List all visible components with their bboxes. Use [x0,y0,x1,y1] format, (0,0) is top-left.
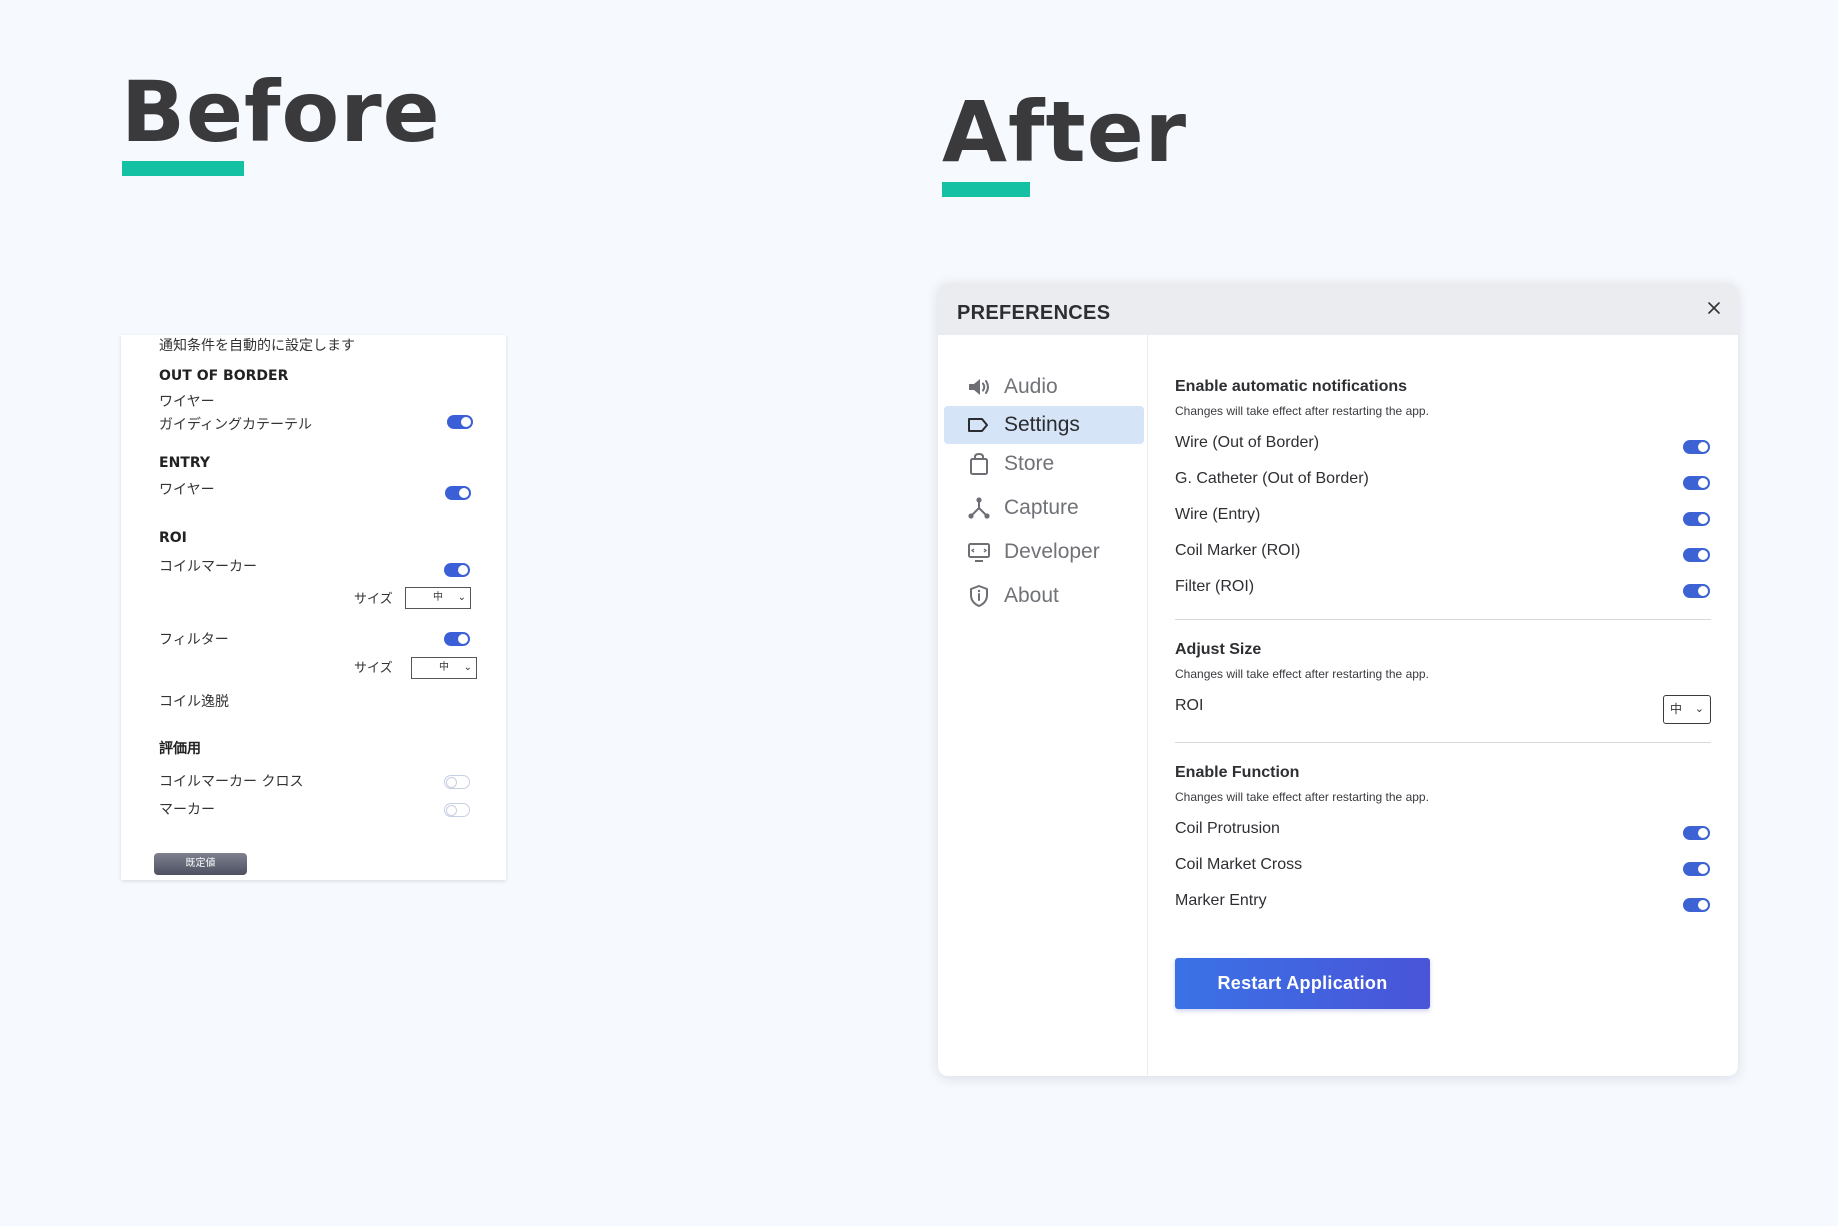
sidebar-item-label: Settings [1004,413,1080,436]
preferences-title: PREFERENCES [957,302,1111,324]
before-evaluation-title: 評価用 [159,741,201,757]
sidebar-item-label: About [1004,584,1059,607]
before-size-select-2[interactable]: 中 ⌄ [411,657,477,679]
before-oob-wire-label: ワイヤー [159,394,215,410]
before-oob-catheter-label: ガイディングカテーテル [159,417,313,433]
functions-subtitle: Changes will take effect after restartin… [1175,790,1429,804]
section-divider [1175,742,1711,743]
coil-protrusion-toggle[interactable] [1683,826,1710,840]
sidebar-item-about[interactable]: About [944,577,1144,615]
shopping-bag-icon [970,452,988,475]
before-marker-toggle[interactable] [444,803,470,817]
notify-wire-entry-label: Wire (Entry) [1175,506,1261,523]
monitor-icon [968,543,990,562]
before-settings-panel: 通知条件を自動的に設定します OUT OF BORDER ワイヤー ガイディング… [121,335,506,880]
adjust-size-title: Adjust Size [1175,641,1262,658]
before-accent-bar [122,161,244,176]
sidebar-item-label: Store [1004,452,1055,475]
before-filter-label: フィルター [159,632,229,648]
before-size-value-1: 中 [433,592,443,603]
notify-catheter-oob-toggle[interactable] [1683,476,1710,490]
roi-size-label: ROI [1175,697,1204,714]
before-default-button[interactable]: 既定値 [154,853,247,875]
sidebar-item-label: Capture [1004,496,1079,519]
preferences-window: PREFERENCES Audio Settings Store Capture… [938,283,1738,1076]
adjust-size-subtitle: Changes will take effect after restartin… [1175,667,1429,681]
coil-market-cross-label: Coil Market Cross [1175,856,1303,873]
section-divider [1175,619,1711,620]
notify-catheter-oob-label: G. Catheter (Out of Border) [1175,470,1369,487]
close-button[interactable] [1704,298,1724,318]
before-intro-text: 通知条件を自動的に設定します [159,338,355,354]
before-coil-marker-toggle[interactable] [444,563,470,577]
chevron-down-icon: ⌄ [457,592,466,603]
before-size-label-2: サイズ [354,661,393,676]
notify-wire-oob-toggle[interactable] [1683,440,1710,454]
notifications-title: Enable automatic notifications [1175,378,1408,395]
share-node-icon [968,497,990,519]
preferences-sidebar: Audio Settings Store Capture Developer A… [938,335,1148,1076]
before-size-select-1[interactable]: 中 ⌄ [405,587,471,609]
close-icon [1708,302,1720,314]
notify-coil-marker-label: Coil Marker (ROI) [1175,542,1301,559]
notify-coil-marker-toggle[interactable] [1683,548,1710,562]
preferences-header: PREFERENCES [938,283,1738,335]
sidebar-item-store[interactable]: Store [944,445,1144,483]
chevron-down-icon: ⌄ [1694,703,1704,715]
before-roi-title: ROI [159,530,187,546]
notify-wire-oob-label: Wire (Out of Border) [1175,434,1320,451]
restart-application-button[interactable]: Restart Application [1175,958,1430,1009]
before-entry-wire-label: ワイヤー [159,482,215,498]
before-marker-label: マーカー [159,802,215,818]
sidebar-item-settings[interactable]: Settings [944,406,1144,444]
speaker-icon [969,379,989,395]
coil-protrusion-label: Coil Protrusion [1175,820,1280,837]
sidebar-item-label: Developer [1004,540,1100,563]
before-filter-toggle[interactable] [444,632,470,646]
after-heading: After [942,83,1188,181]
coil-market-cross-toggle[interactable] [1683,862,1710,876]
before-coil-escape-label: コイル逸脱 [159,694,229,710]
before-coil-marker-cross-label: コイルマーカー クロス [159,774,304,790]
sidebar-item-developer[interactable]: Developer [944,533,1144,571]
shield-info-icon [970,585,988,607]
before-heading: Before [121,63,441,161]
marker-entry-toggle[interactable] [1683,898,1710,912]
before-size-label-1: サイズ [354,592,393,607]
before-catheter-toggle[interactable] [447,415,473,429]
notify-filter-toggle[interactable] [1683,584,1710,598]
roi-size-select[interactable]: 中 ⌄ [1663,695,1711,724]
before-size-value-2: 中 [439,662,449,673]
notifications-subtitle: Changes will take effect after restartin… [1175,404,1429,418]
before-coil-marker-label: コイルマーカー [159,559,257,575]
before-out-of-border-title: OUT OF BORDER [159,368,289,384]
after-accent-bar [942,182,1030,197]
before-entry-title: ENTRY [159,455,210,471]
before-coil-marker-cross-toggle[interactable] [444,775,470,789]
roi-size-value: 中 [1670,702,1683,716]
tag-icon [968,418,988,432]
sidebar-item-label: Audio [1004,375,1058,398]
before-entry-wire-toggle[interactable] [445,486,471,500]
sidebar-item-audio[interactable]: Audio [944,368,1144,406]
marker-entry-label: Marker Entry [1175,892,1267,909]
chevron-down-icon: ⌄ [463,662,472,673]
notify-wire-entry-toggle[interactable] [1683,512,1710,526]
notify-filter-label: Filter (ROI) [1175,578,1255,595]
functions-title: Enable Function [1175,764,1300,781]
sidebar-item-capture[interactable]: Capture [944,489,1144,527]
